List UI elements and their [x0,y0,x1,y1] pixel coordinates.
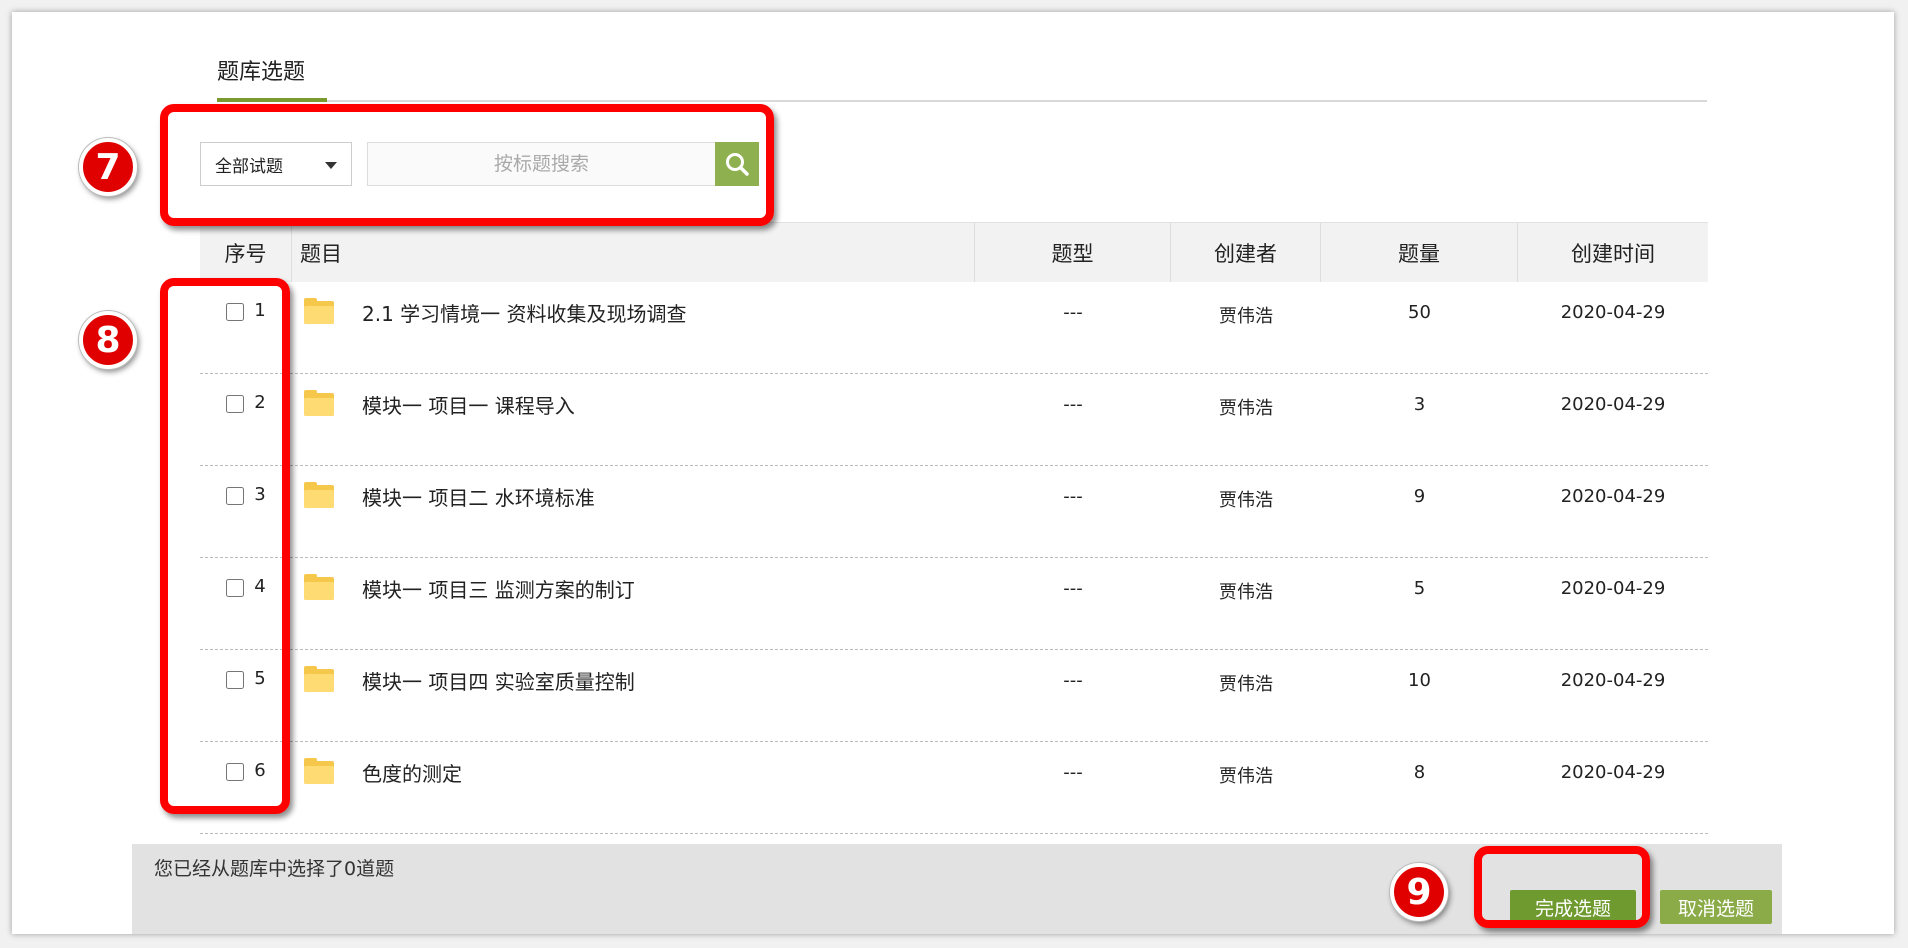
annotation-badge-9: 9 [1390,863,1448,921]
table-row: 4 模块一 项目三 监测方案的制订 --- 贾伟浩 5 2020-04-29 [200,558,1708,650]
header-title: 题目 [292,223,975,282]
row-type: --- [1063,670,1083,691]
row-title[interactable]: 2.1 学习情境一 资料收集及现场调查 [362,298,687,327]
folder-icon [304,482,334,508]
table-row: 6 色度的测定 --- 贾伟浩 8 2020-04-29 [200,742,1708,834]
folder-icon [304,666,334,692]
row-creator: 贾伟浩 [1219,306,1273,327]
row-title[interactable]: 模块一 项目二 水环境标准 [362,482,595,511]
row-creator: 贾伟浩 [1219,398,1273,419]
row-date: 2020-04-29 [1560,302,1666,323]
tab-divider [217,100,1707,102]
annotation-badge-8: 8 [79,311,137,369]
header-date: 创建时间 [1571,241,1655,266]
table-header: 序号 题目 题型 创建者 题量 创建时间 [200,222,1708,282]
annotation-badge-7: 7 [79,138,137,196]
row-date: 2020-04-29 [1560,486,1666,507]
row-count: 3 [1413,394,1426,415]
row-creator: 贾伟浩 [1219,674,1273,695]
row-title[interactable]: 色度的测定 [362,758,462,787]
row-count: 9 [1413,486,1426,507]
header-creator: 创建者 [1171,223,1321,282]
row-count: 8 [1413,762,1426,783]
table-row: 1 2.1 学习情境一 资料收集及现场调查 --- 贾伟浩 50 2020-04… [200,282,1708,374]
table-row: 3 模块一 项目二 水环境标准 --- 贾伟浩 9 2020-04-29 [200,466,1708,558]
row-count: 5 [1413,578,1426,599]
row-count: 50 [1408,302,1431,323]
tab-active-indicator [217,98,327,102]
row-type: --- [1063,578,1083,599]
row-type: --- [1063,762,1083,783]
highlight-box-checkboxes [160,278,290,814]
selection-status: 您已经从题库中选择了0道题 [154,858,395,880]
question-bank-list: 1 2.1 学习情境一 资料收集及现场调查 --- 贾伟浩 50 2020-04… [200,282,1708,834]
cancel-selection-button[interactable]: 取消选题 [1660,890,1772,924]
tab-question-bank[interactable]: 题库选题 [217,54,305,86]
row-type: --- [1063,394,1083,415]
row-title[interactable]: 模块一 项目四 实验室质量控制 [362,666,635,695]
row-date: 2020-04-29 [1560,762,1666,783]
row-creator: 贾伟浩 [1219,582,1273,603]
header-type: 题型 [975,223,1171,282]
row-date: 2020-04-29 [1560,394,1666,415]
row-creator: 贾伟浩 [1219,490,1273,511]
row-title[interactable]: 模块一 项目三 监测方案的制订 [362,574,635,603]
row-date: 2020-04-29 [1560,670,1666,691]
folder-icon [304,298,334,324]
highlight-box-confirm [1474,846,1650,928]
table-row: 5 模块一 项目四 实验室质量控制 --- 贾伟浩 10 2020-04-29 [200,650,1708,742]
folder-icon [304,758,334,784]
folder-icon [304,574,334,600]
table-row: 2 模块一 项目一 课程导入 --- 贾伟浩 3 2020-04-29 [200,374,1708,466]
header-no: 序号 [200,223,292,282]
highlight-box-filter [160,104,774,226]
row-creator: 贾伟浩 [1219,766,1273,787]
row-date: 2020-04-29 [1560,578,1666,599]
header-count: 题量 [1321,223,1518,282]
row-type: --- [1063,302,1083,323]
row-title[interactable]: 模块一 项目一 课程导入 [362,390,575,419]
row-count: 10 [1408,670,1431,691]
row-type: --- [1063,486,1083,507]
folder-icon [304,390,334,416]
